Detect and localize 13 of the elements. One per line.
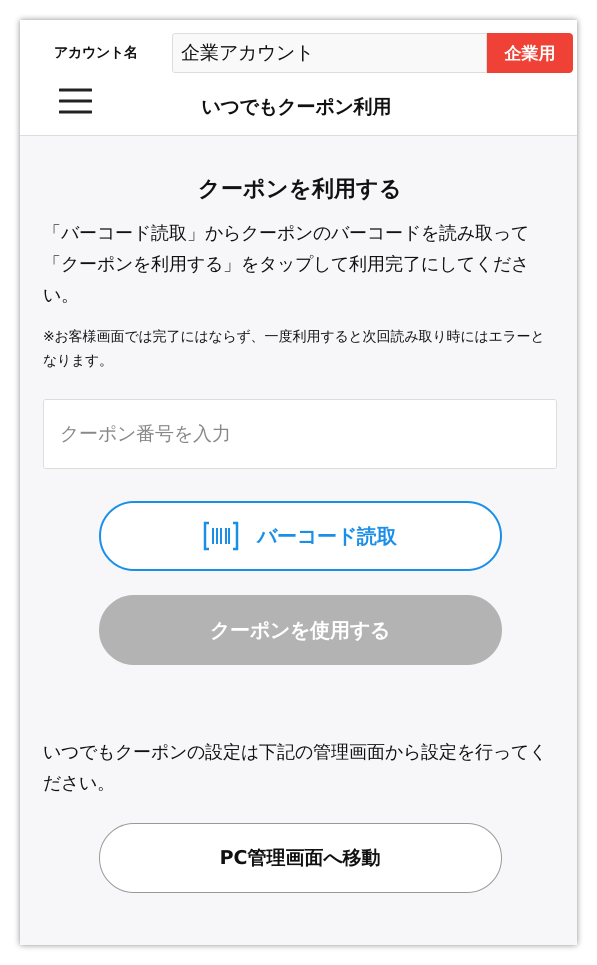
barcode-icon bbox=[203, 521, 239, 551]
settings-text: いつでもクーポンの設定は下記の管理画面から設定を行ってください。 bbox=[43, 741, 548, 796]
menu-icon[interactable] bbox=[59, 87, 92, 115]
account-type-badge: 企業用 bbox=[487, 33, 573, 73]
admin-screen-button[interactable]: PC管理画面へ移動 bbox=[98, 823, 502, 893]
page-title: いつでもクーポン利用 bbox=[200, 95, 392, 120]
account-label: アカウント名 bbox=[53, 44, 139, 62]
coupon-number-field[interactable]: クーポン番号を入力 bbox=[43, 399, 557, 469]
barcode-scan-button[interactable]: バーコード読取 bbox=[98, 501, 502, 571]
account-field: 企業アカウント bbox=[172, 33, 487, 73]
note-text: ※お客様画面では完了にはならず、一度利用すると次回読み取り時にはエラーとなります。 bbox=[43, 328, 546, 371]
instruction-text: 「バーコード読取」からクーポンのバーコードを読み取って「クーポンを利用する」をタップして利用完了にしてください。 bbox=[43, 222, 530, 308]
section-heading: クーポンを利用する bbox=[197, 176, 403, 204]
